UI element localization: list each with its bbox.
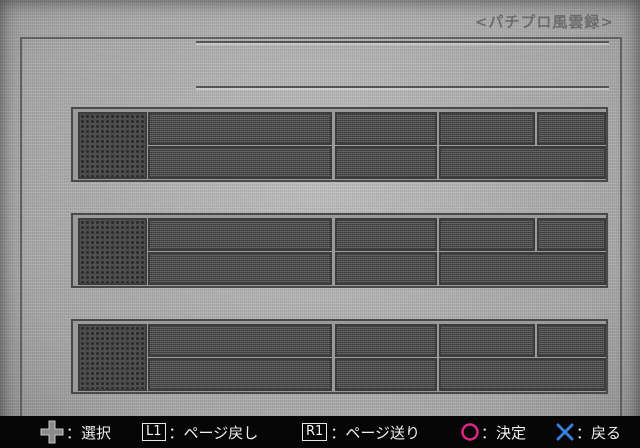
entry-field-d [148, 146, 332, 179]
guide-page-forward-label: ：ページ送り [330, 423, 421, 442]
entry-field-b [439, 112, 535, 145]
entry-field-c [537, 112, 606, 145]
entry-field-name [148, 324, 332, 357]
entry-field-name [148, 112, 332, 145]
cross-button-icon [556, 422, 574, 442]
record-screen: <パチプロ風雲録> ：選択 L1 ：ページ戻し R1 ：ページ送り ：決定 ：戻… [0, 0, 640, 448]
guide-back: ：戻る [556, 422, 621, 442]
entry-field-f [439, 146, 606, 179]
entry-field-b [439, 218, 535, 251]
guide-select-label: ：選択 [66, 423, 112, 442]
record-entry[interactable] [71, 107, 608, 182]
entry-thumbnail [78, 218, 147, 285]
entry-field-d [148, 358, 332, 391]
l1-button-icon: L1 [142, 423, 166, 441]
record-entry[interactable] [71, 213, 608, 288]
guide-confirm: ：決定 [460, 422, 526, 442]
guide-select: ：選択 [40, 420, 112, 444]
entry-field-a [335, 112, 437, 145]
guide-page-back: L1 ：ページ戻し [142, 422, 258, 442]
entry-thumbnail [78, 112, 147, 179]
entry-field-a [335, 218, 437, 251]
entry-field-e [335, 358, 437, 391]
screen-title: <パチプロ風雲録> [474, 13, 614, 31]
entry-field-e [335, 146, 437, 179]
entry-field-f [439, 252, 606, 285]
guide-back-label: ：戻る [576, 423, 622, 442]
r1-button-icon: R1 [302, 423, 328, 441]
header-line-top [196, 41, 609, 43]
dpad-icon [40, 420, 64, 444]
record-entry[interactable] [71, 319, 608, 394]
guide-page-back-label: ：ページ戻し [168, 423, 259, 442]
guide-confirm-label: ：決定 [481, 423, 527, 442]
entry-field-f [439, 358, 606, 391]
button-guide-bar: ：選択 L1 ：ページ戻し R1 ：ページ送り ：決定 ：戻る [0, 416, 640, 448]
header-line-bottom [196, 86, 609, 88]
entry-field-d [148, 252, 332, 285]
entry-field-a [335, 324, 437, 357]
entry-field-b [439, 324, 535, 357]
entry-field-c [537, 324, 606, 357]
entry-field-e [335, 252, 437, 285]
guide-page-forward: R1 ：ページ送り [302, 422, 420, 442]
entry-field-name [148, 218, 332, 251]
circle-button-icon [460, 422, 480, 442]
entry-field-c [537, 218, 606, 251]
entry-thumbnail [78, 324, 147, 391]
